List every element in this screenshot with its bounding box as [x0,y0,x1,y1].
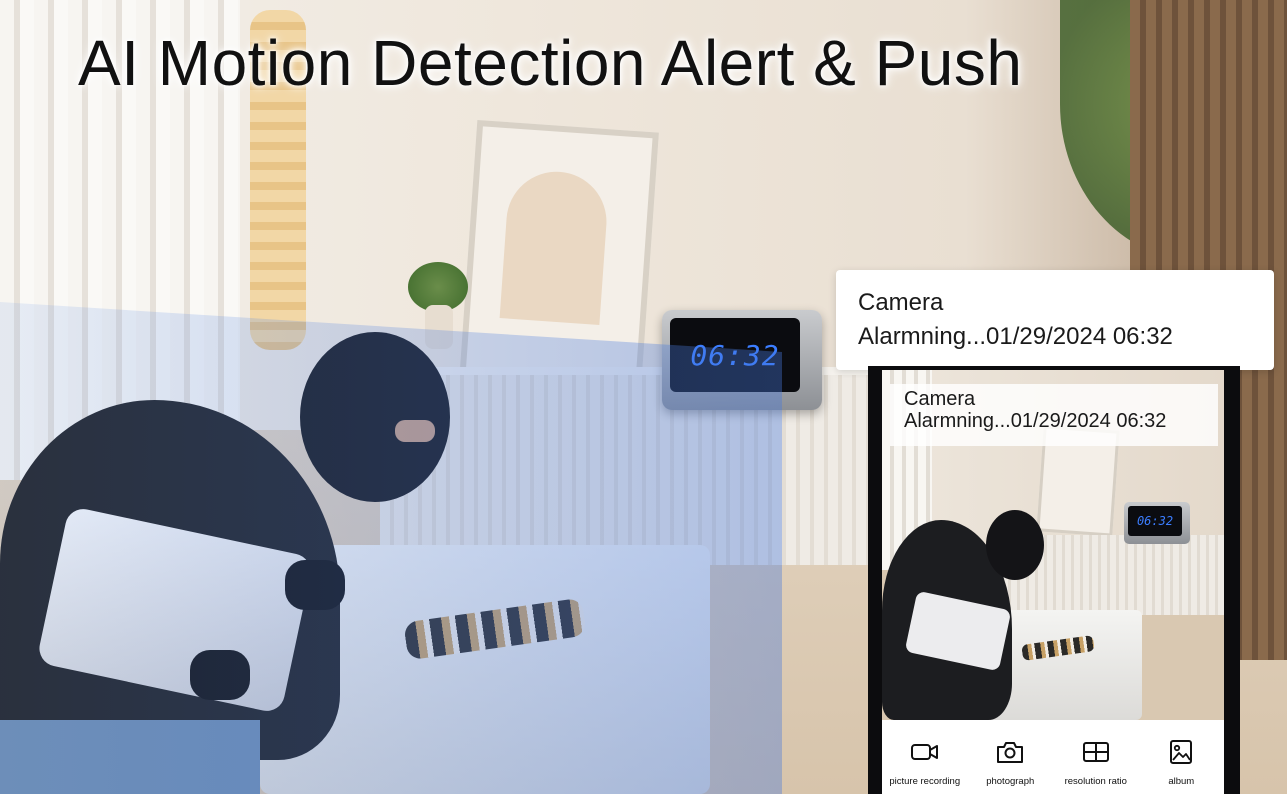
art-shape [499,168,610,325]
page-title: AI Motion Detection Alert & Push [78,27,1023,99]
tool-label: picture recording [889,776,961,787]
picture-recording-button[interactable]: picture recording [884,720,966,794]
album-button[interactable]: album [1140,720,1222,794]
image-icon [1170,740,1193,764]
live-view-clock: 06:32 [1124,502,1190,544]
overlay-title: Camera [904,388,976,410]
live-view-clock-display: 06:32 [1128,506,1182,536]
notification-message: Alarmning...01/29/2024 06:32 [858,323,1173,350]
push-notification[interactable]: Camera Alarmning...01/29/2024 06:32 [836,270,1274,370]
overlay-message: Alarmning...01/29/2024 06:32 [904,410,1167,432]
photograph-button[interactable]: photograph [969,720,1051,794]
live-view-intruder-head [986,510,1044,580]
camera-toolbar: picture recording photograph resolution … [882,720,1224,794]
live-view-clock-time: 06:32 [1136,514,1174,528]
alarm-overlay[interactable]: Camera Alarmning...01/29/2024 06:32 [890,384,1218,446]
notification-title: Camera [858,289,944,316]
tool-label: photograph [986,776,1035,787]
tool-label: resolution ratio [1064,776,1127,787]
detection-beam [0,302,782,794]
video-camera-icon [910,744,938,760]
camera-icon [997,742,1024,763]
resolution-ratio-button[interactable]: resolution ratio [1055,720,1137,794]
tool-label: album [1168,776,1195,787]
phone-screen: 06:32 Camera Alarmning...01/29/2024 06:3… [882,370,1224,794]
grid-icon [1082,742,1109,762]
phone: 06:32 Camera Alarmning...01/29/2024 06:3… [868,366,1240,794]
